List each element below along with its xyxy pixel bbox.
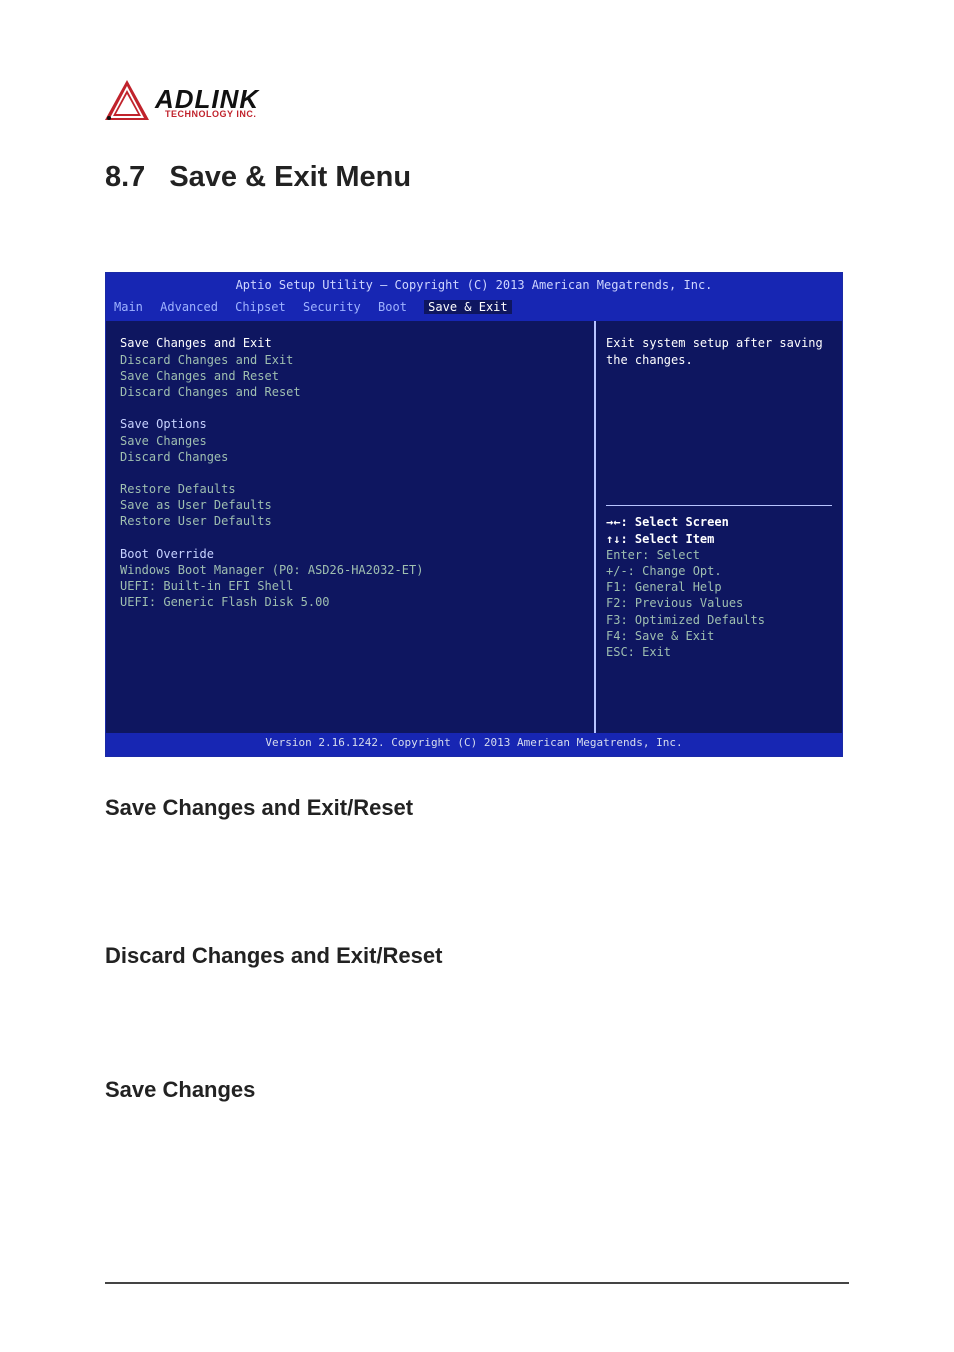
bios-key-hint: F3: Optimized Defaults [606, 612, 832, 628]
section-number: 8.7 [105, 161, 145, 194]
bios-footer: Version 2.16.1242. Copyright (C) 2013 Am… [106, 733, 842, 756]
bios-key-hint: +/-: Change Opt. [606, 563, 832, 579]
bios-title: Aptio Setup Utility – Copyright (C) 2013… [106, 273, 842, 297]
bios-item[interactable]: Discard Changes [120, 449, 586, 465]
bios-item[interactable]: Discard Changes and Reset [120, 384, 586, 400]
bios-tab-security[interactable]: Security [303, 300, 361, 314]
section-heading: 8.7 Save & Exit Menu [105, 161, 849, 194]
bios-item[interactable]: Save as User Defaults [120, 497, 586, 513]
bios-tab-chipset[interactable]: Chipset [235, 300, 286, 314]
logo: ADLINK TECHNOLOGY INC. [105, 80, 849, 125]
subheading-discard-exit: Discard Changes and Exit/Reset [105, 943, 849, 969]
bios-group-header: Boot Override [120, 546, 586, 562]
bios-key-hint: →←: Select Screen [606, 514, 832, 530]
bios-item[interactable]: Restore User Defaults [120, 513, 586, 529]
bios-item[interactable]: Restore Defaults [120, 481, 586, 497]
bios-key-hint: ESC: Exit [606, 644, 832, 660]
bios-key-hint: ↑↓: Select Item [606, 531, 832, 547]
bios-item[interactable]: Discard Changes and Exit [120, 352, 586, 368]
bios-screenshot: Aptio Setup Utility – Copyright (C) 2013… [105, 272, 843, 757]
bios-tab-advanced[interactable]: Advanced [160, 300, 218, 314]
bios-tab-boot[interactable]: Boot [378, 300, 407, 314]
bios-item[interactable]: Save Changes and Reset [120, 368, 586, 384]
footer-rule [105, 1282, 849, 1284]
bios-tabbar: Main Advanced Chipset Security Boot Save… [106, 297, 842, 321]
bios-group-header: Save Options [120, 416, 586, 432]
bios-key-hint: F2: Previous Values [606, 595, 832, 611]
bios-key-hint: Enter: Select [606, 547, 832, 563]
bios-key-hint: F1: General Help [606, 579, 832, 595]
subheading-save-changes: Save Changes [105, 1077, 849, 1103]
logo-sub-text: TECHNOLOGY INC. [165, 110, 259, 119]
bios-help-text: Exit system setup after saving the chang… [606, 335, 832, 367]
bios-tab-main[interactable]: Main [114, 300, 143, 314]
bios-item[interactable]: Windows Boot Manager (P0: ASD26-HA2032-E… [120, 562, 586, 578]
bios-right-pane: Exit system setup after saving the chang… [596, 321, 842, 732]
section-title: Save & Exit Menu [169, 161, 411, 194]
bios-item-selected[interactable]: Save Changes and Exit [120, 335, 586, 351]
bios-tab-saveexit[interactable]: Save & Exit [424, 300, 511, 314]
subheading-save-exit: Save Changes and Exit/Reset [105, 795, 849, 821]
bios-left-pane: Save Changes and Exit Discard Changes an… [106, 321, 596, 732]
bios-key-hint: F4: Save & Exit [606, 628, 832, 644]
bios-item[interactable]: Save Changes [120, 433, 586, 449]
bios-item[interactable]: UEFI: Generic Flash Disk 5.00 [120, 594, 586, 610]
logo-triangle-icon [105, 80, 149, 125]
bios-item[interactable]: UEFI: Built-in EFI Shell [120, 578, 586, 594]
